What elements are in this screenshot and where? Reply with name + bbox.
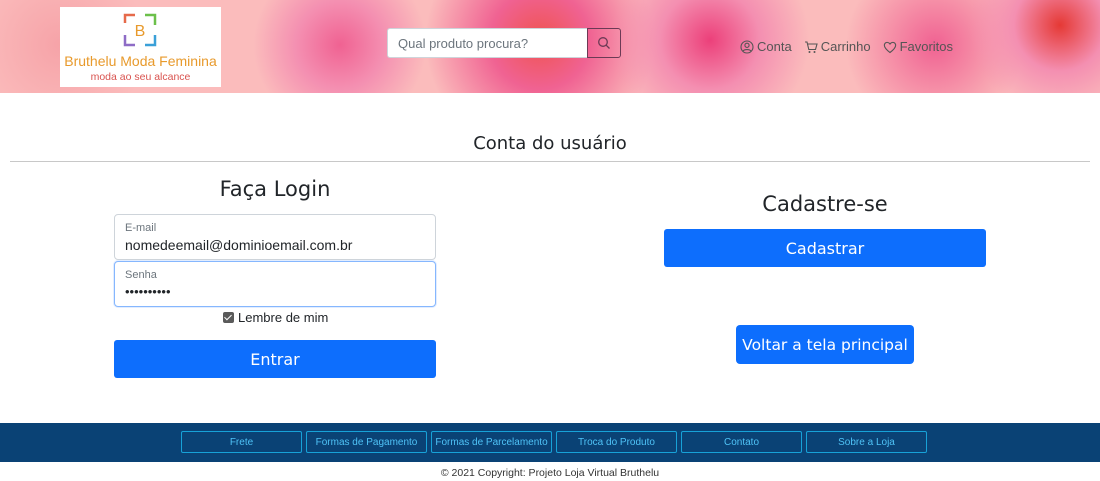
password-field-label: Senha	[125, 269, 157, 281]
nav-cart-link[interactable]: Carrinho	[804, 39, 871, 54]
footer-link-formas-pagamento[interactable]: Formas de Pagamento	[306, 431, 427, 453]
footer-link-sobre-loja[interactable]: Sobre a Loja	[806, 431, 927, 453]
signup-title: Cadastre-se	[762, 192, 888, 216]
login-button[interactable]: Entrar	[114, 340, 436, 378]
nav-favorites-label: Favoritos	[899, 39, 954, 54]
email-field-label: E-mail	[125, 222, 157, 234]
logo-letter: B	[135, 23, 146, 40]
logo-square-mark-icon: B	[123, 13, 157, 47]
page-title: Conta do usuário	[473, 133, 627, 154]
store-logo[interactable]: B Bruthelu Moda Feminina moda ao seu alc…	[60, 7, 221, 87]
copyright-text: © 2021 Copyright: Projeto Loja Virtual B…	[440, 467, 660, 479]
header-nav: Conta Carrinho Favoritos	[740, 39, 953, 54]
remember-me[interactable]: Lembre de mim	[223, 310, 328, 325]
footer-link-troca-produto[interactable]: Troca do Produto	[556, 431, 677, 453]
footer-link-formas-parcelamento[interactable]: Formas de Parcelamento	[431, 431, 552, 453]
cart-icon	[804, 40, 818, 53]
user-circle-icon	[740, 39, 754, 54]
logo-title: Bruthelu Moda Feminina	[64, 53, 217, 69]
site-header: B Bruthelu Moda Feminina moda ao seu alc…	[0, 0, 1100, 93]
search-bar	[387, 28, 621, 58]
nav-account-label: Conta	[757, 39, 792, 54]
nav-favorites-link[interactable]: Favoritos	[883, 39, 953, 54]
password-field[interactable]: Senha ••••••••••	[114, 261, 436, 307]
footer-links: Frete Formas de Pagamento Formas de Parc…	[181, 431, 927, 453]
logo-subtitle: moda ao seu alcance	[90, 71, 191, 83]
remember-me-checkbox[interactable]	[223, 312, 234, 323]
search-input[interactable]	[387, 28, 587, 58]
title-divider	[10, 161, 1090, 162]
login-title: Faça Login	[219, 177, 331, 201]
remember-me-label: Lembre de mim	[238, 310, 329, 325]
email-field[interactable]: E-mail nomedeemail@dominioemail.com.br	[114, 214, 436, 260]
back-home-button[interactable]: Voltar a tela principal	[736, 325, 914, 364]
heart-icon	[883, 41, 896, 53]
signup-button[interactable]: Cadastrar	[664, 229, 986, 267]
nav-account-link[interactable]: Conta	[740, 39, 792, 54]
nav-cart-label: Carrinho	[820, 39, 871, 54]
footer-link-frete[interactable]: Frete	[181, 431, 302, 453]
footer-link-contato[interactable]: Contato	[681, 431, 802, 453]
password-field-value: ••••••••••	[125, 284, 171, 299]
search-icon	[598, 37, 610, 49]
search-button[interactable]	[587, 28, 621, 58]
email-field-value: nomedeemail@dominioemail.com.br	[125, 237, 353, 253]
